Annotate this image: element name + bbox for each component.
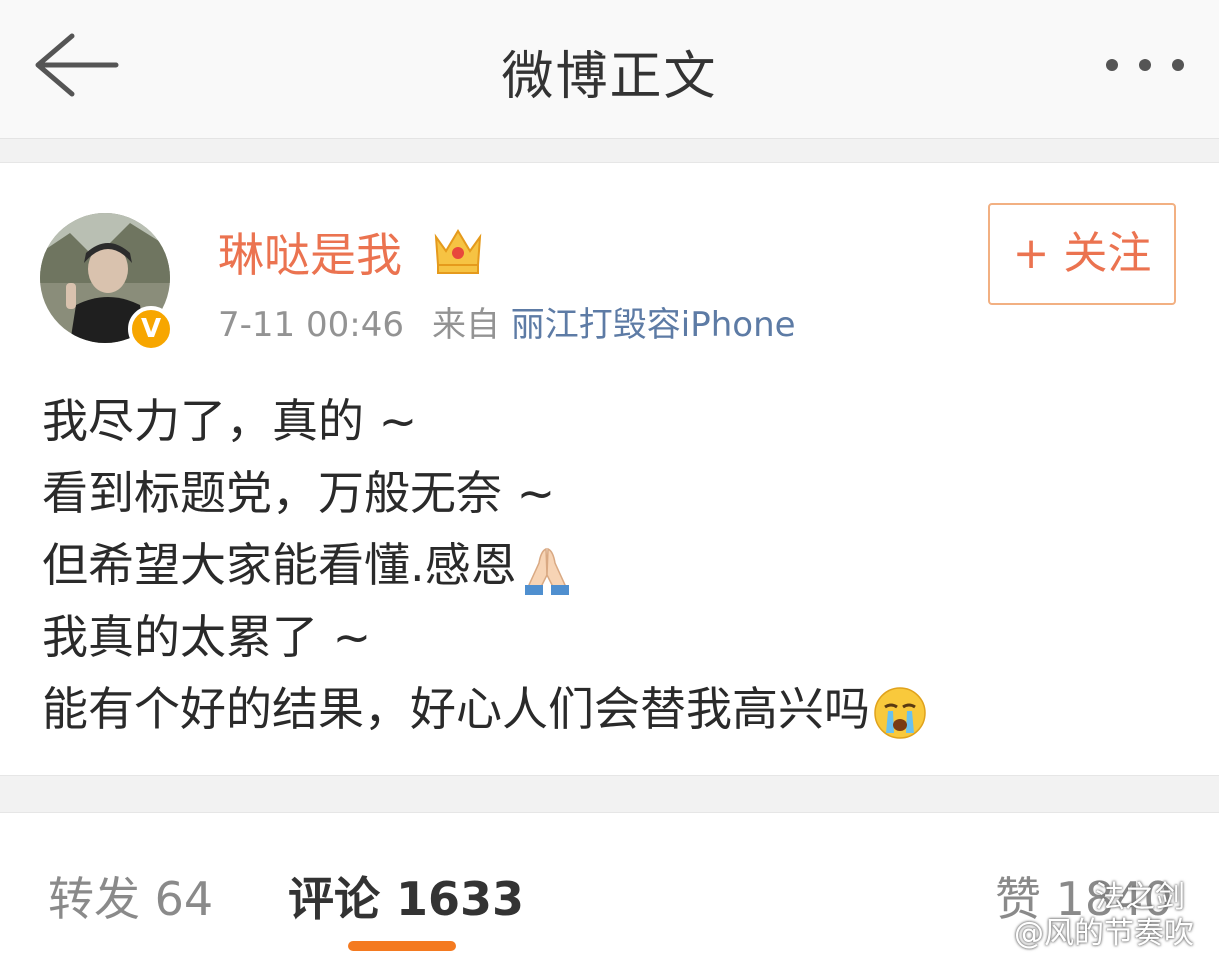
post-line: 能有个好的结果，好心人们会替我高兴吗 [42,673,928,745]
praying-hands-icon [524,547,569,595]
weibo-logo-icon [980,923,1013,948]
follow-button[interactable]: + 关注 [988,203,1176,305]
page-title: 微博正文 [501,47,718,107]
post-source-link[interactable]: 丽江打毁容iPhone [511,305,796,345]
post-line: 我尽力了，真的 ~ [42,394,418,448]
tab-repost[interactable]: 转发 64 [48,863,213,929]
tab-comment[interactable]: 评论 1633 [288,863,524,929]
post-card: V 琳哒是我 7-11 00:46 来自 丽江打毁容iPhone + 关注 我尽力… [0,162,1219,776]
watermark: 法之剑 @风的节奏吹 [980,880,1210,952]
post-line: 但希望大家能看懂.感恩 [42,529,928,601]
top-nav-bar: 微博正文 [0,0,1219,139]
post-line: 看到标题党，万般无奈 ~ [42,466,556,520]
post-text: 我尽力了，真的 ~ 看到标题党，万般无奈 ~ 但希望大家能看懂.感恩 我真的太累… [42,385,928,745]
source-prefix: 来自 [431,305,500,345]
post-timestamp: 7-11 00:46 [218,305,404,345]
watermark-line2: @风的节奏吹 [980,916,1210,952]
crying-face-icon [874,686,926,739]
verified-badge-icon: V [128,306,174,352]
more-options-icon[interactable] [1100,50,1190,80]
active-tab-indicator [348,941,456,951]
post-meta: 7-11 00:46 来自 丽江打毁容iPhone [218,297,796,346]
post-line: 我真的太累了 ~ [42,610,372,664]
author-name[interactable]: 琳哒是我 [218,219,402,285]
watermark-line1: 法之剑 [1095,880,1185,915]
crown-member-icon[interactable] [430,225,486,277]
